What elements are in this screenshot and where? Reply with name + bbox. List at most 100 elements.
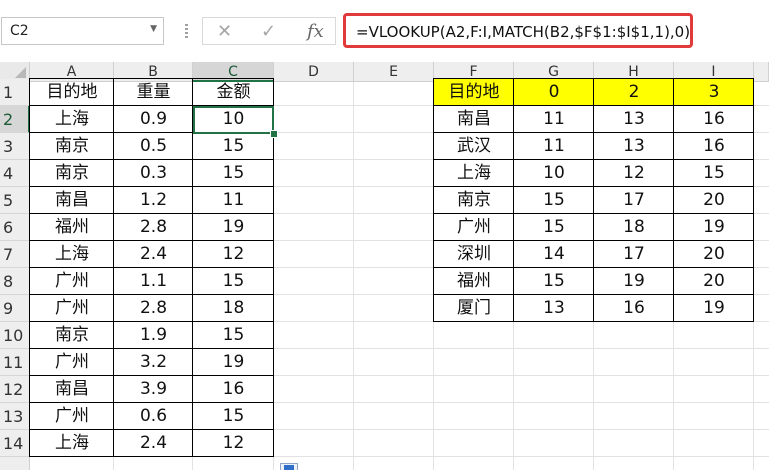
name-box[interactable]: C2 ▼ [1,17,164,45]
table-cell[interactable]: 南京 [30,133,114,160]
table-cell[interactable]: 12 [193,430,274,457]
row-header-3[interactable]: 3 [0,133,30,160]
column-header-e[interactable]: E [354,62,434,82]
table-cell[interactable]: 18 [193,295,274,322]
row-header-12[interactable]: 12 [0,376,30,403]
table-cell[interactable]: 20 [674,241,754,268]
quick-analysis-icon[interactable] [280,463,298,470]
table-cell[interactable]: 17 [594,187,674,214]
table-cell[interactable]: 0.6 [114,403,193,430]
table-cell[interactable]: 南京 [30,160,114,187]
header-cell[interactable]: 3 [674,79,754,106]
table-cell[interactable]: 福州 [434,268,514,295]
table-cell[interactable]: 0.9 [114,106,193,133]
table-cell[interactable]: 2.4 [114,241,193,268]
table-cell[interactable]: 南昌 [30,187,114,214]
table-cell[interactable]: 武汉 [434,133,514,160]
row-header-11[interactable]: 11 [0,349,30,376]
row-header-10[interactable]: 10 [0,322,30,349]
table-cell[interactable]: 19 [674,295,754,322]
table-cell[interactable]: 广州 [30,349,114,376]
table-cell[interactable]: 3.9 [114,376,193,403]
row-header-5[interactable]: 5 [0,187,30,214]
table-cell[interactable]: 18 [594,214,674,241]
table-cell[interactable]: 2.8 [114,214,193,241]
insert-function-icon[interactable]: fx [307,21,324,42]
table-cell[interactable]: 11 [514,106,594,133]
row-header-1[interactable]: 1 [0,79,30,106]
table-cell[interactable]: 12 [594,160,674,187]
table-cell[interactable]: 广州 [30,403,114,430]
table-cell[interactable]: 广州 [30,268,114,295]
table-cell[interactable]: 16 [674,133,754,160]
table-cell[interactable]: 1.1 [114,268,193,295]
table-cell[interactable]: 15 [674,160,754,187]
column-header-partial[interactable] [754,62,769,82]
table-cell[interactable]: 13 [514,295,594,322]
header-cell[interactable]: 重量 [114,79,193,106]
table-cell[interactable]: 南京 [434,187,514,214]
table-cell[interactable]: 上海 [434,160,514,187]
chevron-down-icon[interactable]: ▼ [150,24,157,34]
row-header-13[interactable]: 13 [0,403,30,430]
row-header-partial[interactable] [0,457,30,470]
table-cell[interactable]: 上海 [30,106,114,133]
table-cell[interactable]: 14 [514,241,594,268]
table-cell[interactable]: 15 [193,403,274,430]
table-cell[interactable]: 南昌 [30,376,114,403]
row-header-9[interactable]: 9 [0,295,30,322]
table-cell[interactable]: 16 [674,106,754,133]
table-cell[interactable]: 19 [674,214,754,241]
resize-grip-icon[interactable] [185,24,188,38]
header-cell[interactable]: 目的地 [434,79,514,106]
row-header-4[interactable]: 4 [0,160,30,187]
table-cell[interactable]: 2.8 [114,295,193,322]
table-cell[interactable]: 13 [594,106,674,133]
table-cell[interactable]: 15 [514,268,594,295]
table-cell[interactable]: 10 [514,160,594,187]
table-cell[interactable]: 2.4 [114,430,193,457]
table-cell[interactable]: 1.2 [114,187,193,214]
row-header-8[interactable]: 8 [0,268,30,295]
table-cell[interactable]: 15 [193,133,274,160]
table-cell[interactable]: 厦门 [434,295,514,322]
table-cell[interactable]: 南昌 [434,106,514,133]
table-cell[interactable]: 15 [514,214,594,241]
table-cell[interactable]: 南京 [30,322,114,349]
header-cell[interactable]: 0 [514,79,594,106]
table-cell[interactable]: 19 [594,268,674,295]
table-cell[interactable]: 0.5 [114,133,193,160]
table-cell[interactable]: 16 [594,295,674,322]
table-cell[interactable]: 0.3 [114,160,193,187]
table-cell[interactable]: 上海 [30,430,114,457]
table-cell[interactable]: 17 [594,241,674,268]
table-cell[interactable]: 15 [193,322,274,349]
table-cell[interactable]: 11 [514,133,594,160]
table-cell[interactable]: 13 [594,133,674,160]
table-cell[interactable]: 广州 [434,214,514,241]
table-cell[interactable]: 15 [193,160,274,187]
active-cell-cursor[interactable] [193,106,274,134]
row-header-7[interactable]: 7 [0,241,30,268]
table-cell[interactable]: 广州 [30,295,114,322]
header-cell[interactable]: 2 [594,79,674,106]
table-cell[interactable]: 3.2 [114,349,193,376]
row-header-6[interactable]: 6 [0,214,30,241]
table-cell[interactable]: 深圳 [434,241,514,268]
table-cell[interactable]: 19 [193,349,274,376]
table-cell[interactable]: 20 [674,187,754,214]
header-cell[interactable]: 金额 [193,79,274,106]
table-cell[interactable]: 20 [674,268,754,295]
table-cell[interactable]: 1.9 [114,322,193,349]
header-cell[interactable]: 目的地 [30,79,114,106]
table-cell[interactable]: 15 [193,268,274,295]
table-cell[interactable]: 15 [514,187,594,214]
column-header-d[interactable]: D [274,62,354,82]
table-cell[interactable]: 上海 [30,241,114,268]
row-header-14[interactable]: 14 [0,430,30,457]
table-cell[interactable]: 福州 [30,214,114,241]
check-icon[interactable]: ✓ [261,21,276,42]
fill-handle[interactable] [270,130,278,138]
row-header-2[interactable]: 2 [0,106,30,133]
table-cell[interactable]: 19 [193,214,274,241]
